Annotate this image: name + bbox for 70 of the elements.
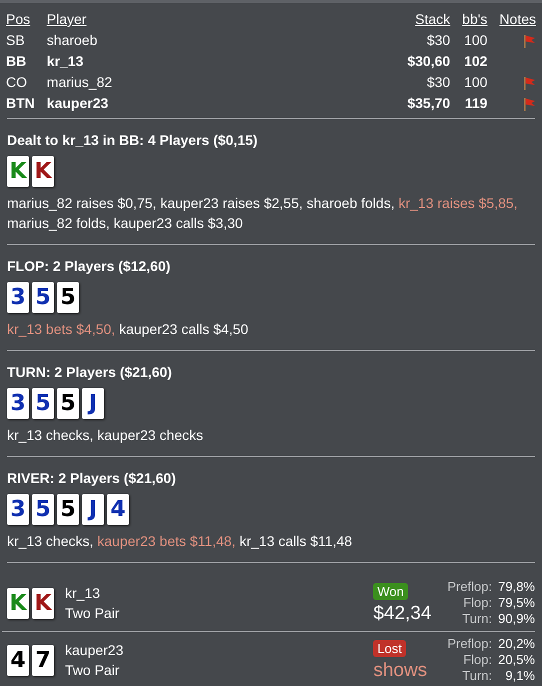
playing-card: 3	[7, 282, 29, 313]
playing-card: K	[32, 588, 54, 618]
action-log: kr_13 bets $4,50, kauper23 calls $4,50	[7, 320, 250, 339]
playing-card: 3	[7, 494, 29, 525]
table-cell: BTN	[6, 95, 35, 111]
playing-card: 5	[57, 494, 79, 525]
playing-card: 4	[107, 494, 129, 525]
table-cell: $30,60	[407, 53, 450, 69]
equity-value: 20,2%	[498, 636, 535, 652]
column-header[interactable]: Stack	[415, 11, 450, 27]
table-cell: $30	[426, 74, 450, 90]
equity-label: Turn:	[461, 668, 492, 684]
playing-card: 5	[57, 388, 79, 419]
column-header[interactable]: Notes	[499, 11, 536, 27]
equity-label: Preflop:	[447, 579, 492, 595]
playing-card: 5	[57, 282, 79, 313]
flag-icon[interactable]	[522, 34, 536, 48]
table-cell: BB	[6, 53, 26, 69]
equity-label: Preflop:	[447, 636, 492, 652]
table-cell: kr_13	[46, 53, 84, 69]
equity-value: 79,5%	[498, 595, 535, 611]
street-heading: TURN: 2 Players ($21,60)	[7, 363, 173, 381]
equity-label: Flop:	[462, 595, 492, 611]
result-amount: shows	[373, 658, 428, 682]
playing-card: 7	[32, 644, 54, 676]
hand-rank: Two Pair	[65, 604, 120, 623]
column-header[interactable]: bb's	[462, 11, 488, 27]
table-cell: kauper23	[46, 95, 108, 111]
flag-icon[interactable]	[522, 97, 536, 112]
table-cell: CO	[6, 74, 27, 90]
table-cell: $35,70	[407, 95, 450, 111]
playing-card: 3	[7, 388, 29, 419]
street-heading: FLOP: 2 Players ($12,60)	[7, 257, 172, 275]
action-log: kr_13 checks, kauper23 bets $11,48, kr_13 calls $11,48	[7, 532, 354, 551]
player-name: kauper23	[65, 641, 124, 660]
equity-value: 20,5%	[498, 652, 535, 668]
table-cell: SB	[6, 32, 25, 48]
action-log: kr_13 checks, kauper23 checks	[7, 426, 204, 445]
playing-card: J	[82, 494, 104, 525]
playing-card: 5	[32, 282, 54, 313]
table-cell: sharoeb	[46, 32, 98, 48]
equity-value: 90,9%	[498, 611, 535, 627]
result-badge: Won	[373, 582, 408, 600]
result-amount: $42,34	[373, 602, 432, 626]
action-log: marius_82 raises $0,75, kauper23 raises $2,55, sharoeb folds, kr_13 raises $5,85, marius_82 folds, kauper23 calls $3,30	[7, 194, 519, 233]
column-header[interactable]: Pos	[6, 11, 30, 27]
playing-card: 4	[7, 644, 29, 676]
playing-card: 5	[32, 494, 54, 525]
table-cell: 119	[464, 95, 488, 111]
result-badge: Lost	[373, 640, 406, 656]
equity-label: Turn:	[461, 611, 492, 627]
street-heading: Dealt to kr_13 in BB: 4 Players ($0,15)	[7, 131, 259, 149]
playing-card: K	[7, 156, 29, 187]
playing-card: K	[7, 588, 29, 618]
equity-value: 79,8%	[498, 579, 535, 595]
table-cell: 100	[464, 74, 488, 90]
playing-card: K	[32, 156, 54, 187]
playing-card: J	[82, 388, 104, 419]
table-cell: 100	[464, 32, 488, 48]
equity-value: 9,1%	[504, 668, 535, 684]
street-heading: RIVER: 2 Players ($21,60)	[7, 469, 177, 487]
hand-rank: Two Pair	[65, 661, 120, 680]
flag-icon[interactable]	[522, 76, 536, 90]
table-cell: marius_82	[46, 74, 112, 90]
table-cell: $30	[426, 32, 450, 48]
table-cell: 102	[464, 53, 488, 69]
column-header[interactable]: Player	[46, 11, 86, 27]
playing-card: 5	[32, 388, 54, 419]
equity-label: Flop:	[462, 652, 492, 668]
player-name: kr_13	[65, 584, 102, 603]
